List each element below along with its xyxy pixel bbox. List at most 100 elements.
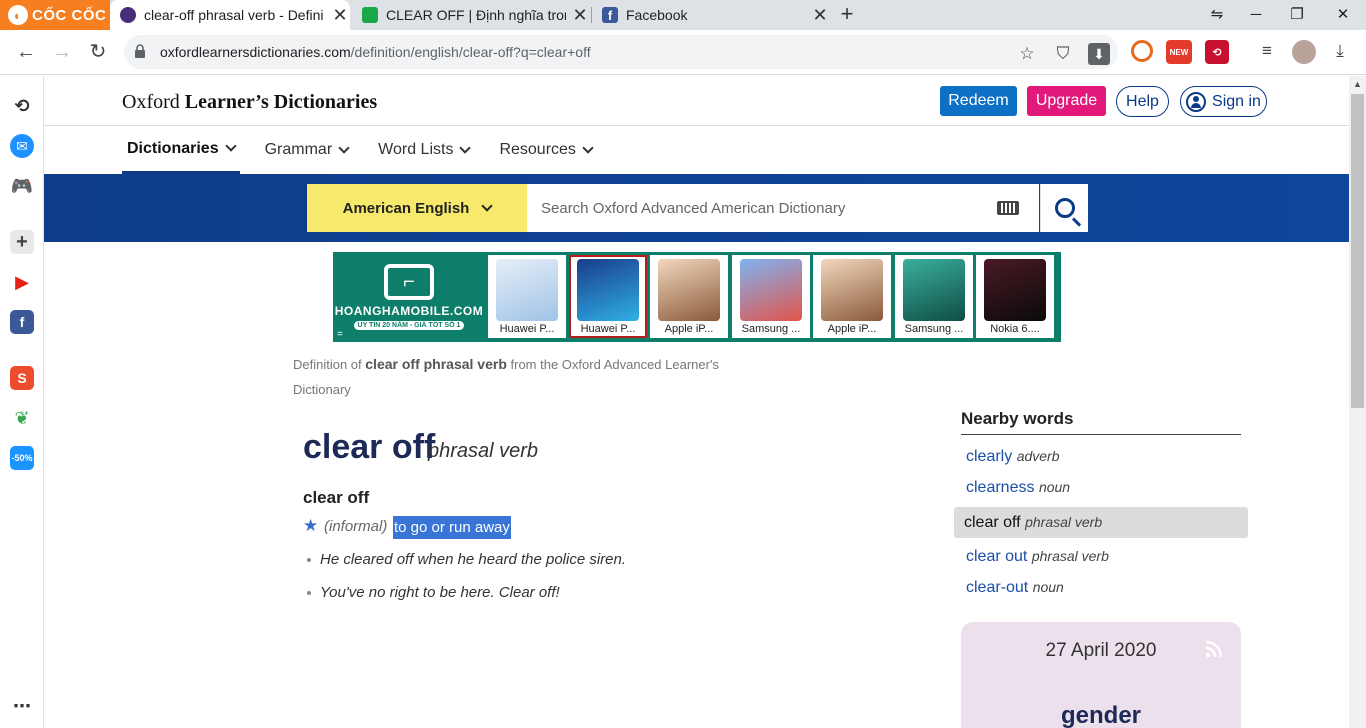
chevron-down-icon [338,141,350,154]
ad-banner[interactable]: ⌐ HOANGHAMOBILE.COM UY TÍN 20 NĂM - GIÁ … [333,252,1061,342]
nav-grammar[interactable]: Grammar [260,126,354,174]
product-label: Nokia 6.... [990,323,1040,335]
window-close-icon[interactable]: ✕ [1323,0,1363,30]
ad-product[interactable]: Apple iP... [813,255,891,338]
more-icon[interactable]: ⋯ [10,694,34,718]
signin-button[interactable]: Sign in [1180,86,1267,117]
new-extension-icon[interactable]: NEW [1166,40,1192,64]
product-label: Huawei P... [499,323,555,335]
page-scrollbar[interactable]: ▲ [1349,76,1366,728]
search-input[interactable]: Search Oxford Advanced American Dictiona… [527,184,1039,232]
tab-oxford[interactable]: clear-off phrasal verb - Defini ✕ [110,0,350,30]
search-button[interactable] [1040,184,1088,232]
nearby-word-link[interactable]: clearly adverb [966,448,1060,466]
dictionary-select[interactable]: American English [307,184,527,232]
definition-text: to go or run away [393,516,511,539]
address-bar[interactable]: oxfordlearnersdictionaries.com/definitio… [124,35,1118,69]
add-shortcut-icon[interactable]: + [10,230,34,254]
browser-tab-bar: ◐ CỐC CỐC clear-off phrasal verb - Defin… [0,0,1366,30]
word-of-the-day-card[interactable]: 27 April 2020 gender [961,622,1241,728]
scroll-up-icon[interactable]: ▲ [1349,76,1366,93]
phone-image [658,259,720,321]
playlist-icon[interactable]: ≡ [1256,40,1278,62]
forward-arrow-icon[interactable]: → [47,37,77,67]
close-icon[interactable]: ✕ [810,5,830,26]
upgrade-button[interactable]: Upgrade [1027,86,1106,116]
tab-title: CLEAR OFF | Định nghĩa trong [386,7,566,23]
redeem-button[interactable]: Redeem [940,86,1017,116]
page-content: Oxford Learner’s Dictionaries Redeem Upg… [44,76,1349,728]
ad-product[interactable]: Nokia 6.... [976,255,1054,338]
coccoc-menu-button[interactable]: ◐ CỐC CỐC [0,0,110,30]
example-sentence: You've no right to be here. Clear off! [307,584,560,601]
wotd-word[interactable]: gender [961,702,1241,728]
nearby-words-heading: Nearby words [961,409,1074,428]
download-page-icon[interactable]: ⬇ [1088,43,1110,65]
chevron-down-icon [582,141,594,154]
facebook-favicon-icon: f [602,7,618,23]
facebook-icon[interactable]: f [10,310,34,334]
phone-image [903,259,965,321]
shopee-icon[interactable]: S [10,366,34,390]
restore-icon[interactable]: ❐ [1277,0,1317,30]
definition-source: Definition of clear off phrasal verb fro… [293,356,719,397]
oxford-favicon-icon [120,7,136,23]
leaf-icon[interactable]: ❦ [10,406,34,430]
rss-icon[interactable] [1205,640,1223,658]
nearby-word-current[interactable]: clear off phrasal verb [954,507,1248,538]
ad-product[interactable]: Huawei P... [569,255,647,338]
oxford-logo[interactable]: Oxford Learner’s Dictionaries [122,91,377,114]
oxford-3000-star-icon[interactable]: ★ [303,517,319,534]
bookmark-star-icon[interactable]: ☆ [1016,43,1038,65]
keyboard-icon[interactable] [997,201,1019,215]
reload-icon[interactable]: ↻ [83,37,113,67]
ad-tagline: UY TÍN 20 NĂM - GIÁ TỐT SỐ 1 [353,321,465,330]
ad-product[interactable]: Samsung ... [732,255,810,338]
chevron-down-icon [459,141,472,154]
lock-icon [135,44,145,58]
nearby-word-link[interactable]: clear-out noun [966,579,1064,597]
address-toolbar: ← → ↻ oxfordlearnersdictionaries.com/def… [0,30,1366,75]
youtube-icon[interactable]: ▶ [10,270,34,294]
ad-product[interactable]: Huawei P... [488,255,566,338]
nearby-word-link[interactable]: clearness noun [966,479,1070,497]
tab-facebook[interactable]: f Facebook ✕ [592,0,830,30]
tab-title: clear-off phrasal verb - Defini [144,7,324,23]
back-arrow-icon[interactable]: ← [11,37,41,67]
red-extension-icon[interactable]: ⟲ [1205,40,1229,64]
scroll-thumb[interactable] [1351,94,1364,408]
tab-cambridge[interactable]: CLEAR OFF | Định nghĩa trong ✕ [352,0,590,30]
profile-avatar[interactable] [1292,40,1316,64]
part-of-speech: phrasal verb [428,440,539,462]
ad-product[interactable]: Samsung ... [895,255,973,338]
ad-product[interactable]: Apple iP... [650,255,728,338]
product-label: Samsung ... [904,323,964,335]
messenger-icon[interactable]: ✉ [10,134,34,158]
tab-search-icon[interactable]: ⇋ [1197,0,1237,30]
nav-resources[interactable]: Resources [494,126,596,174]
nav-dictionaries[interactable]: Dictionaries [122,126,240,174]
coccoc-extension-icon[interactable] [1131,40,1153,62]
nearby-word-link[interactable]: clear out phrasal verb [966,548,1109,566]
new-tab-button[interactable]: + [836,0,858,30]
ad-brand: ⌐ HOANGHAMOBILE.COM UY TÍN 20 NĂM - GIÁ … [333,252,485,342]
download-icon[interactable]: ⤓ [1329,40,1351,62]
shield-icon[interactable]: ⛉ [1052,43,1074,65]
nav-word-lists[interactable]: Word Lists [373,126,474,174]
browser-sidebar: ⟲ ✉ 🎮 + ▶ f S ❦ -50% ⋯ [0,76,44,728]
close-icon[interactable]: ✕ [570,5,590,26]
close-icon[interactable]: ✕ [330,5,350,26]
minimize-icon[interactable]: ─ [1236,0,1276,30]
ad-brand-name: HOANGHAMOBILE.COM [334,304,484,318]
tiki-icon[interactable]: -50% [10,446,34,470]
chevron-down-icon [481,199,494,212]
url-text: oxfordlearnersdictionaries.com/definitio… [160,44,591,60]
tab-title: Facebook [626,7,688,23]
product-label: Samsung ... [741,323,801,335]
phone-image [821,259,883,321]
history-icon[interactable]: ⟲ [10,94,34,118]
coccoc-logo-icon: ◐ [8,5,28,25]
help-button[interactable]: Help [1116,86,1169,117]
wotd-date: 27 April 2020 [1045,640,1157,661]
game-controller-icon[interactable]: 🎮 [10,174,34,198]
